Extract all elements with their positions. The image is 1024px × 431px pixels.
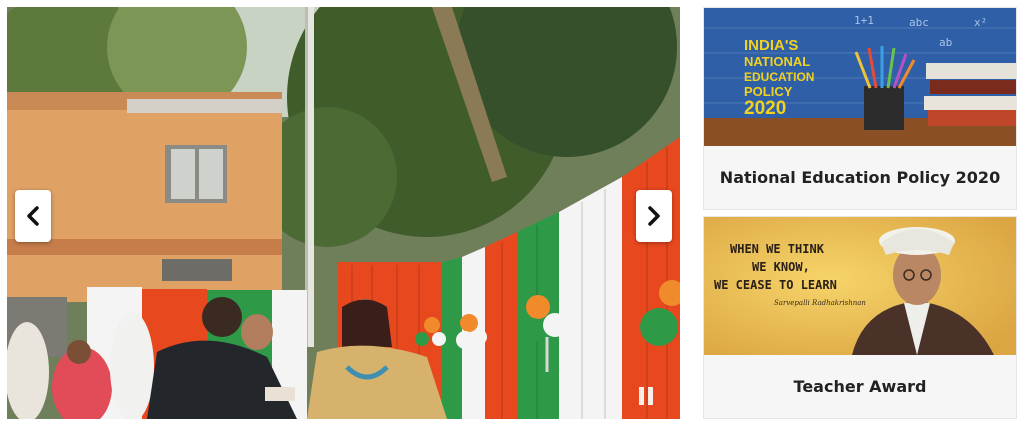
quote-signature: Sarvepalli Radhakrishnan [774,299,866,307]
svg-text:abc: abc [909,16,929,29]
svg-text:ab: ab [939,36,952,49]
previous-slide-button[interactable] [15,190,51,242]
slide-photo [7,7,680,419]
teacher-award-card-caption[interactable]: Teacher Award [704,355,1016,418]
nep-title-line3: EDUCATION [744,70,814,84]
svg-text:x²: x² [974,16,987,29]
next-slide-button[interactable] [636,190,672,242]
nep-title-line2: NATIONAL [744,54,810,69]
chalk-text: 1+1 [854,14,874,27]
nep-image: 1+1 abc ab x² INDIA'S NATIONAL EDUCATION… [704,8,1016,146]
nep-card-caption[interactable]: National Education Policy 2020 [704,146,1016,209]
quote-line3: WE CEASE TO LEARN [714,278,837,292]
news-card-teacher-award[interactable]: WHEN WE THINK WE KNOW, WE CEASE TO LEARN… [703,216,1017,419]
pause-button[interactable] [637,385,655,407]
news-card-nep[interactable]: 1+1 abc ab x² INDIA'S NATIONAL EDUCATION… [703,7,1017,210]
quote-line2: WE KNOW, [752,260,810,274]
pause-icon [639,387,644,405]
teacher-award-image: WHEN WE THINK WE KNOW, WE CEASE TO LEARN… [704,217,1016,355]
nep-title-line1: INDIA'S [744,37,798,54]
chevron-right-icon [648,206,660,226]
nep-title-line5: 2020 [744,98,786,119]
quote-line1: WHEN WE THINK [730,242,825,256]
photo-slider[interactable] [7,7,680,419]
nep-title-line4: POLICY [744,84,793,99]
chevron-left-icon [27,206,39,226]
